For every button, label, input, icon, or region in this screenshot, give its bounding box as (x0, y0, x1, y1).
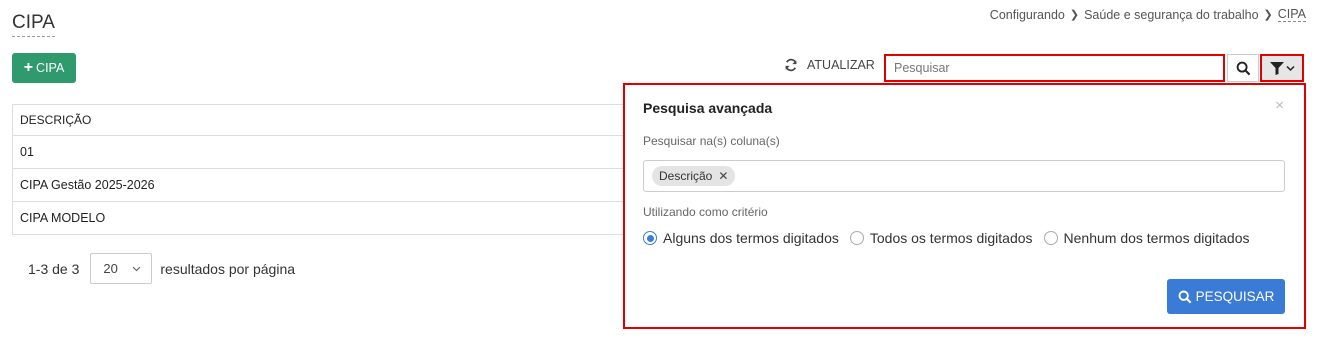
chevron-right-icon: ❯ (1069, 9, 1080, 21)
table-header[interactable]: DESCRIÇÃO (13, 105, 632, 136)
refresh-icon (785, 58, 797, 72)
radio-label: Alguns dos termos digitados (663, 230, 839, 246)
breadcrumb: Configurando ❯ Saúde e segurança do trab… (990, 7, 1306, 22)
radio-some-terms[interactable]: Alguns dos termos digitados (643, 230, 839, 246)
columns-label: Pesquisar na(s) coluna(s) (643, 134, 780, 148)
filter-icon (1269, 61, 1284, 75)
table-cell[interactable]: CIPA Gestão 2025-2026 (20, 178, 155, 192)
radio-label: Nenhum dos termos digitados (1063, 230, 1250, 246)
refresh-label: ATUALIZAR (807, 58, 875, 72)
table-row[interactable]: CIPA MODELO (13, 202, 632, 235)
pagination-suffix: resultados por página (160, 260, 296, 277)
radio-circle-checked[interactable] (643, 231, 657, 245)
pagination-range: 1-3 de 3 (28, 260, 80, 277)
table-row[interactable]: CIPA Gestão 2025-2026 (13, 169, 632, 202)
search-input[interactable] (884, 54, 1225, 82)
pagination: 1-3 de 3 20 resultados por página (28, 253, 295, 284)
search-icon (1178, 290, 1192, 303)
columns-select[interactable]: Descrição ✕ (643, 160, 1285, 192)
column-chip-label: Descrição (659, 169, 713, 183)
criteria-label: Utilizando como critério (643, 205, 768, 219)
table-row[interactable]: 01 (13, 136, 632, 169)
filter-dropdown-button[interactable] (1260, 54, 1304, 82)
advanced-search-submit-label: PESQUISAR (1195, 289, 1275, 304)
advanced-search-submit-button[interactable]: PESQUISAR (1167, 279, 1285, 314)
advanced-search-title: Pesquisa avançada (643, 100, 773, 116)
remove-chip-icon[interactable]: ✕ (718, 169, 728, 183)
plus-icon: + (23, 59, 34, 76)
radio-circle[interactable] (1043, 231, 1058, 245)
breadcrumb-item-cipa[interactable]: CIPA (1277, 7, 1306, 22)
chevron-down-icon (1285, 65, 1295, 71)
chevron-right-icon: ❯ (1263, 9, 1273, 21)
criteria-radio-group: Alguns dos termos digitados Todos os ter… (643, 230, 1250, 246)
page-title: CIPA (12, 12, 55, 37)
breadcrumb-item-configurando[interactable]: Configurando (990, 8, 1065, 22)
breadcrumb-item-saude[interactable]: Saúde e segurança do trabalho (1084, 8, 1258, 22)
search-button[interactable] (1227, 54, 1259, 82)
column-chip: Descrição ✕ (652, 166, 736, 186)
radio-circle[interactable] (849, 231, 864, 245)
add-cipa-label: CIPA (36, 61, 65, 75)
radio-label: Todos os termos digitados (869, 230, 1033, 246)
page-size-select[interactable]: 20 (90, 253, 153, 284)
page-size-value: 20 (103, 261, 118, 276)
radio-no-terms[interactable]: Nenhum dos termos digitados (1043, 230, 1250, 246)
close-icon[interactable]: × (1275, 97, 1284, 114)
radio-all-terms[interactable]: Todos os termos digitados (849, 230, 1033, 246)
advanced-search-panel: Pesquisa avançada × Pesquisar na(s) colu… (623, 83, 1306, 329)
column-header-descricao[interactable]: DESCRIÇÃO (20, 113, 91, 127)
add-cipa-button[interactable]: + CIPA (12, 53, 76, 83)
refresh-button[interactable]: ATUALIZAR (784, 58, 875, 72)
table-cell[interactable]: 01 (20, 145, 34, 159)
search-icon (1236, 61, 1250, 75)
cipa-table: DESCRIÇÃO 01 CIPA Gestão 2025-2026 CIPA … (12, 104, 632, 235)
table-cell[interactable]: CIPA MODELO (20, 211, 105, 225)
chevron-down-icon (132, 266, 141, 271)
